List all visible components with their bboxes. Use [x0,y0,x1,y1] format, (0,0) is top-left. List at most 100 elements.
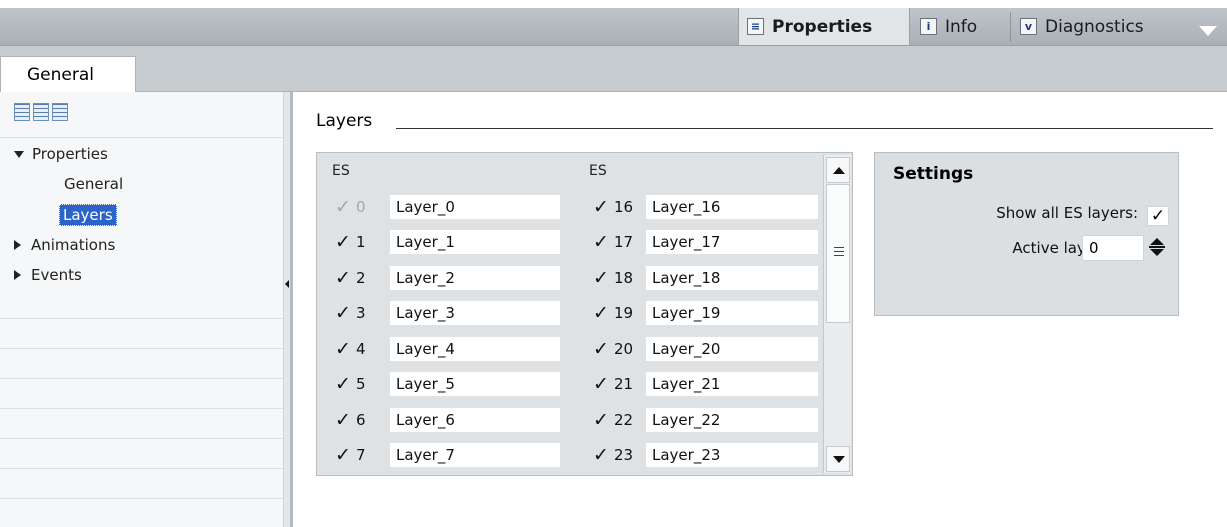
nav-divider [0,408,283,409]
layer-checkbox[interactable]: ✓ [334,446,352,465]
layer-name-field[interactable]: Layer_21 [645,371,819,397]
layer-checkbox[interactable]: ✓ [592,375,610,394]
properties-icon: ≡ [747,18,764,35]
layer-row: ✓ 7 [334,442,366,468]
scroll-down-icon[interactable] [826,446,850,472]
layer-name-field[interactable]: Layer_6 [389,407,561,433]
tab-info[interactable]: i Info [912,8,1008,45]
layer-checkbox[interactable]: ✓ [334,340,352,359]
layer-checkbox[interactable]: ✓ [334,411,352,430]
section-title: Layers [316,111,373,131]
spin-divider [1149,246,1165,248]
layer-row: ✓ 23 [592,442,633,468]
layer-name-field[interactable]: Layer_20 [645,336,819,362]
layer-number: 7 [356,446,366,464]
collapse-left-icon[interactable] [285,280,289,288]
tab-general-label: General [27,64,94,85]
layer-checkbox[interactable]: ✓ [334,304,352,323]
spin-down-icon[interactable] [1150,249,1164,256]
layer-checkbox[interactable]: ✓ [334,269,352,288]
grip-icon [834,247,844,257]
layer-number: 2 [356,269,366,287]
layer-number: 23 [614,446,634,464]
layer-checkbox-disabled: ✓ [335,196,351,218]
layers-scrollbar[interactable] [823,155,851,473]
layer-row: ✓ 0 [334,194,366,220]
tab-info-label: Info [945,16,978,37]
layer-name-field[interactable]: Layer_7 [389,442,561,468]
layer-row: ✓ 5 [334,371,366,397]
layer-name-field[interactable]: Layer_4 [389,336,561,362]
tab-general[interactable]: General [0,56,136,92]
layer-checkbox[interactable]: ✓ [592,269,610,288]
layer-name-field[interactable]: Layer_17 [645,229,819,255]
nav-view-toggle[interactable] [14,103,70,123]
nav-item-label: Layers [59,204,117,226]
layer-number: 20 [614,340,634,358]
nav-item-animations[interactable]: Animations [14,236,115,254]
active-layer-input[interactable]: 0 [1082,235,1144,261]
layer-row: ✓ 4 [334,336,366,362]
layer-number: 4 [356,340,366,358]
collapse-panel-icon[interactable] [1199,26,1217,36]
nav-divider [0,378,283,379]
layer-row: ✓ 3 [334,300,366,326]
layer-row: ✓ 2 [334,265,366,291]
scroll-thumb[interactable] [826,184,850,323]
tab-diagnostics-label: Diagnostics [1045,16,1144,37]
layer-checkbox[interactable]: ✓ [592,198,610,217]
layer-checkbox[interactable]: ✓ [334,375,352,394]
list-view-icon [33,103,49,121]
tab-diagnostics[interactable]: v Diagnostics [1012,8,1182,45]
layer-name-field[interactable]: Layer_16 [645,194,819,220]
layer-name-field[interactable]: Layer_18 [645,265,819,291]
nav-divider [0,318,283,319]
layer-checkbox[interactable]: ✓ [592,340,610,359]
spin-up-icon[interactable] [1150,238,1164,245]
layer-number: 0 [356,198,366,216]
layer-checkbox[interactable]: ✓ [592,411,610,430]
nav-item-layers[interactable]: Layers [59,204,117,226]
property-tabs-bar: ≡ Properties i Info v Diagnostics [0,8,1227,46]
nav-item-events[interactable]: Events [14,266,82,284]
layer-row: ✓ 21 [592,371,633,397]
nav-item-label: Properties [32,145,108,163]
layer-name-field[interactable]: Layer_1 [389,229,561,255]
active-layer-spinner[interactable] [1145,235,1169,261]
layer-row: ✓ 6 [334,407,366,433]
nav-item-general[interactable]: General [64,175,123,193]
tab-properties-label: Properties [772,16,873,37]
diagnostics-icon: v [1020,18,1037,35]
nav-item-properties[interactable]: Properties [14,145,108,163]
layer-row: ✓ 17 [592,229,633,255]
show-all-es-layers-checkbox[interactable]: ✓ [1147,206,1169,226]
layer-name-field[interactable]: Layer_0 [389,194,561,220]
layer-name-field[interactable]: Layer_3 [389,300,561,326]
tab-separator [1010,12,1011,42]
nav-item-label: Events [31,266,82,284]
list-view-icon [52,103,68,121]
layer-name-field[interactable]: Layer_19 [645,300,819,326]
layers-table: ES ES ✓ 0 Layer_0 ✓ 1 Layer_1 ✓ 2 Layer_… [316,152,853,476]
nav-divider [0,438,283,439]
layer-checkbox[interactable]: ✓ [592,233,610,252]
column-header-es-left: ES [332,163,350,179]
layer-name-field[interactable]: Layer_2 [389,265,561,291]
layer-checkbox[interactable]: ✓ [334,233,352,252]
layer-row: ✓ 19 [592,300,633,326]
layer-number: 3 [356,304,366,322]
nav-item-label: General [64,175,124,193]
scroll-up-icon[interactable] [826,157,850,183]
nav-divider [0,498,283,499]
tab-properties[interactable]: ≡ Properties [738,8,910,45]
nav-item-label: Animations [31,236,116,254]
layer-name-field[interactable]: Layer_23 [645,442,819,468]
property-navigation: Properties General Layers Animations Eve… [0,92,283,527]
layer-checkbox[interactable]: ✓ [592,304,610,323]
layer-name-field[interactable]: Layer_5 [389,371,561,397]
layer-checkbox[interactable]: ✓ [592,446,610,465]
layer-name-field[interactable]: Layer_22 [645,407,819,433]
panel-splitter[interactable] [283,92,293,527]
settings-title: Settings [893,164,974,184]
layer-row: ✓ 1 [334,229,366,255]
